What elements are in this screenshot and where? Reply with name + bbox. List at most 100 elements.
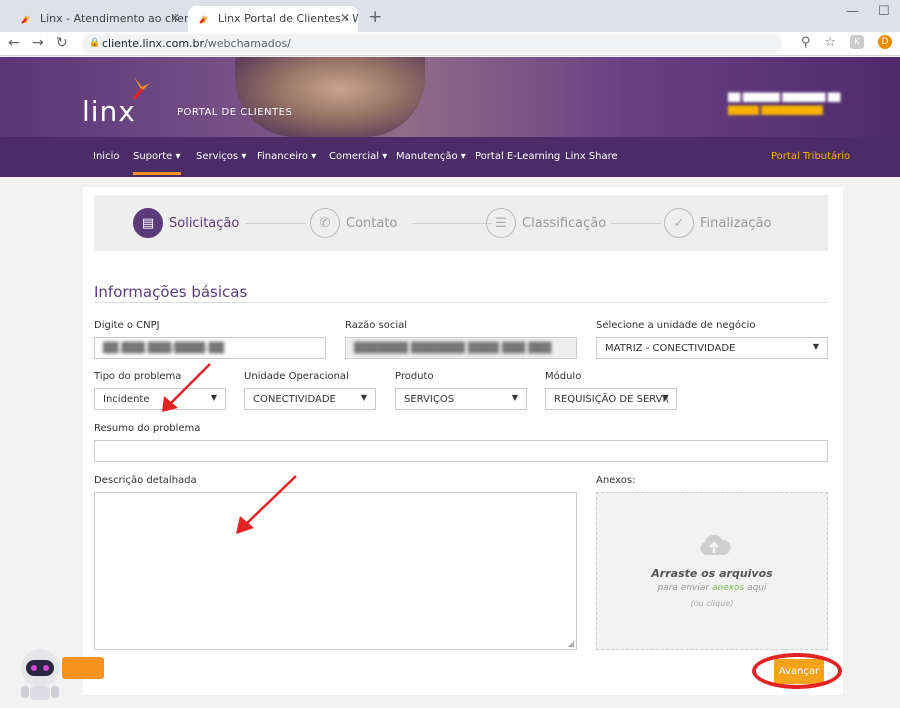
razao-social-value: ███████ ███████ ████ ███ ███ <box>354 343 552 354</box>
resumo-label: Resumo do problema <box>94 423 201 434</box>
maximize-icon[interactable]: ☐ <box>878 4 890 19</box>
extension-icon[interactable]: K <box>850 35 864 49</box>
nav-item-comercial[interactable]: Comercial ▾ <box>329 151 387 162</box>
new-tab-icon[interactable]: + <box>368 7 382 27</box>
zoom-icon[interactable]: ⚲ <box>801 35 811 50</box>
unidade-negocio-label: Selecione a unidade de negócio <box>596 320 756 331</box>
annotation-arrow <box>236 475 297 534</box>
forward-icon[interactable]: → <box>32 35 44 51</box>
dropzone-anexos-link[interactable]: anexos <box>712 583 744 593</box>
step-connector <box>611 223 661 224</box>
annotation-highlight-circle <box>752 653 842 689</box>
cloud-upload-icon <box>700 534 731 555</box>
dropzone-text: para enviar <box>657 583 712 593</box>
step-label: Finalização <box>700 215 772 231</box>
back-icon[interactable]: ← <box>8 35 20 51</box>
dropzone-hint: (ou clique) <box>690 599 734 608</box>
clipboard-icon: ☰ <box>486 208 516 238</box>
descricao-label: Descrição detalhada <box>94 475 197 486</box>
wizard-steps: ▤ Solicitação ✆ Contato ☰ Classificação … <box>94 195 828 251</box>
section-divider <box>94 302 828 303</box>
linx-logo-mark-icon <box>132 77 150 100</box>
portal-label: PORTAL DE CLIENTES <box>177 107 293 118</box>
browser-tab[interactable]: Linx - Atendimento ao cliente ✕ <box>10 6 188 32</box>
cnpj-label: Digite o CNPJ <box>94 320 160 331</box>
file-dropzone[interactable]: Arraste os arquivos para enviar anexos a… <box>596 492 828 650</box>
dropzone-text: aqui <box>744 583 767 593</box>
step-label: Contato <box>346 215 398 231</box>
modulo-label: Módulo <box>545 371 582 382</box>
browser-tab-bar: Linx - Atendimento ao cliente ✕ Linx Por… <box>0 0 900 32</box>
url-host: cliente.linx.com.br <box>102 37 205 50</box>
dropzone-subtitle: para enviar anexos aqui <box>597 583 827 593</box>
profile-avatar[interactable]: D <box>878 35 892 49</box>
modulo-value: REQUISIÇÃO DE SERVI( <box>554 394 670 405</box>
produto-select[interactable]: SERVIÇOS ▼ <box>395 388 527 410</box>
produto-label: Produto <box>395 371 434 382</box>
nav-item-portal-tributario[interactable]: Portal Tributário <box>771 151 850 162</box>
check-icon: ✓ <box>664 208 694 238</box>
header-banner: linx PORTAL DE CLIENTES ██ ██████ ██████… <box>0 57 900 137</box>
step-connector <box>412 223 492 224</box>
section-title: Informações básicas <box>94 283 248 301</box>
produto-value: SERVIÇOS <box>404 394 455 405</box>
caret-down-icon: ▼ <box>812 342 819 351</box>
tab-title: Linx Portal de Clientes › Webchar <box>218 12 358 25</box>
razao-social-field: ███████ ███████ ████ ███ ███ <box>345 337 577 359</box>
step-contato: ✆ Contato <box>310 208 397 238</box>
tab-title: Linx - Atendimento ao cliente <box>40 12 188 25</box>
razao-social-label: Razão social <box>345 320 408 331</box>
main-nav: Inicio Suporte ▾ Serviços ▾ Financeiro ▾… <box>0 137 900 177</box>
caret-down-icon: ▼ <box>661 393 668 402</box>
step-connector <box>246 223 306 224</box>
step-classificacao: ☰ Classificação <box>486 208 606 238</box>
unidade-negocio-select[interactable]: MATRIZ - CONECTIVIDADE ▼ <box>596 337 828 359</box>
nav-item-servicos[interactable]: Serviços ▾ <box>196 151 246 162</box>
url-field[interactable]: 🔒 cliente.linx.com.br/webchamados/ <box>82 34 782 54</box>
cnpj-value: ██.███.███/████-██ <box>103 343 225 354</box>
resumo-input[interactable] <box>94 440 828 462</box>
phone-icon: ✆ <box>310 208 340 238</box>
dropzone-title: Arraste os arquivos <box>651 567 773 580</box>
nav-item-suporte[interactable]: Suporte ▾ <box>133 151 181 175</box>
unidade-operacional-select[interactable]: CONECTIVIDADE ▼ <box>244 388 376 410</box>
form-icon: ▤ <box>133 208 163 238</box>
caret-down-icon: ▼ <box>511 393 518 402</box>
nav-item-linx-share[interactable]: Linx Share <box>565 151 618 162</box>
step-finalizacao: ✓ Finalização <box>664 208 771 238</box>
linx-favicon-icon <box>21 15 30 24</box>
step-label: Solicitação <box>169 215 240 231</box>
close-tab-icon[interactable]: ✕ <box>170 11 180 25</box>
user-info: ██ ██████ ███████ ██ █████ ██████████ <box>728 93 841 115</box>
unidade-negocio-value: MATRIZ - CONECTIVIDADE <box>605 343 736 354</box>
lock-icon: 🔒 <box>89 38 101 48</box>
resize-grip-icon[interactable]: ◢ <box>568 639 574 648</box>
close-tab-icon[interactable]: ✕ <box>340 11 350 25</box>
tipo-problema-value: Incidente <box>103 394 150 405</box>
step-label: Classificação <box>522 215 607 231</box>
unidade-operacional-value: CONECTIVIDADE <box>253 394 336 405</box>
anexos-label: Anexos: <box>596 475 636 486</box>
nav-item-financeiro[interactable]: Financeiro ▾ <box>257 151 316 162</box>
cnpj-input[interactable]: ██.███.███/████-██ <box>94 337 326 359</box>
unidade-operacional-label: Unidade Operacional <box>244 371 349 382</box>
nav-item-inicio[interactable]: Inicio <box>93 151 119 162</box>
chat-robot-avatar[interactable] <box>15 646 65 704</box>
browser-tab-active[interactable]: Linx Portal de Clientes › Webchar ✕ <box>188 6 358 32</box>
linx-logo[interactable]: linx <box>82 95 136 128</box>
nav-item-manutencao[interactable]: Manutenção ▾ <box>396 151 466 162</box>
bookmark-star-icon[interactable]: ☆ <box>824 35 836 50</box>
reload-icon[interactable]: ↻ <box>56 35 68 51</box>
descricao-textarea[interactable]: ◢ <box>94 492 577 650</box>
url-path: /webchamados/ <box>204 37 291 50</box>
address-bar-row: ← → ↻ 🔒 cliente.linx.com.br/webchamados/… <box>0 32 900 56</box>
content-card: ▤ Solicitação ✆ Contato ☰ Classificação … <box>83 187 843 695</box>
annotation-arrow <box>162 363 211 412</box>
minimize-icon[interactable]: — <box>846 4 859 19</box>
chat-bubble[interactable] <box>62 657 104 679</box>
nav-item-elearning[interactable]: Portal E-Learning <box>475 151 560 162</box>
linx-favicon-icon <box>199 15 208 24</box>
banner-photo <box>235 57 425 137</box>
caret-down-icon: ▼ <box>360 393 367 402</box>
modulo-select[interactable]: REQUISIÇÃO DE SERVI( ▼ <box>545 388 677 410</box>
